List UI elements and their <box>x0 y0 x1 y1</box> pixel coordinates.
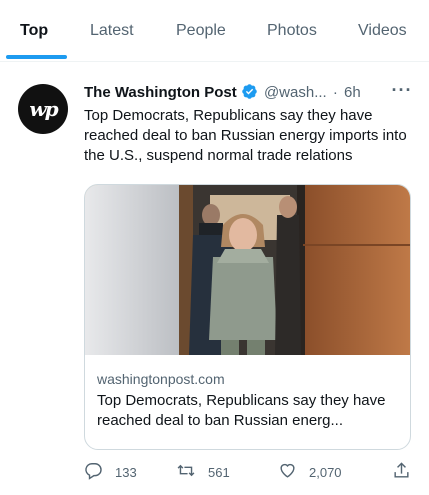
tweet-actions: 133 561 2,070 <box>84 462 414 482</box>
article-photo <box>85 185 410 355</box>
retweet-button[interactable]: 561 <box>176 462 230 482</box>
tab-top[interactable]: Top <box>20 21 48 43</box>
tweet-header: The Washington Post @wash... · 6h <box>84 82 361 104</box>
tab-people[interactable]: People <box>176 21 226 43</box>
washington-post-logo-icon: wp <box>29 97 58 121</box>
share-button[interactable] <box>392 462 423 482</box>
author-handle[interactable]: @wash... <box>264 84 327 101</box>
tweet-time[interactable]: 6h <box>344 84 361 101</box>
author-name[interactable]: The Washington Post <box>84 84 237 101</box>
reply-icon <box>84 461 115 483</box>
reply-button[interactable]: 133 <box>84 462 137 482</box>
card-title: Top Democrats, Republicans say they have… <box>97 392 386 429</box>
retweet-count: 561 <box>208 464 230 480</box>
search-tabs: Top Latest People Photos Videos <box>0 0 429 62</box>
verified-badge-icon <box>241 83 258 107</box>
avatar[interactable]: wp <box>18 84 68 134</box>
tab-latest[interactable]: Latest <box>90 21 134 43</box>
like-button[interactable]: 2,070 <box>278 462 342 482</box>
heart-icon <box>278 461 309 483</box>
like-count: 2,070 <box>309 464 342 480</box>
tab-videos[interactable]: Videos <box>358 21 407 43</box>
tweet-text: Top Democrats, Republicans say they have… <box>84 107 407 164</box>
active-tab-indicator <box>6 55 67 59</box>
meta-separator: · <box>332 84 338 101</box>
more-options-icon[interactable]: ··· <box>390 81 414 102</box>
tab-photos[interactable]: Photos <box>267 21 317 43</box>
link-card[interactable]: washingtonpost.com Top Democrats, Republ… <box>84 184 411 450</box>
reply-count: 133 <box>115 464 137 480</box>
card-domain: washingtonpost.com <box>97 371 225 387</box>
retweet-icon <box>176 461 208 483</box>
share-icon <box>392 461 423 483</box>
